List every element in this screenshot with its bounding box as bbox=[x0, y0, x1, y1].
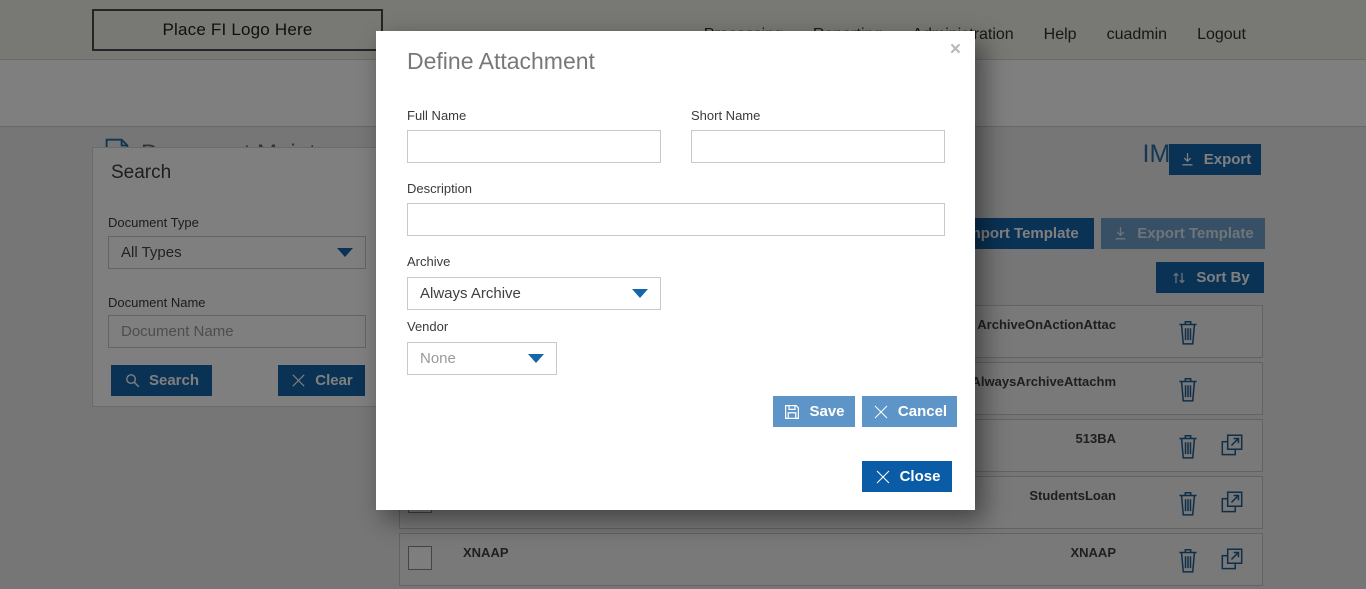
chevron-down-icon bbox=[528, 354, 544, 363]
vendor-select[interactable]: None bbox=[407, 342, 557, 375]
cancel-button-label: Cancel bbox=[898, 403, 947, 420]
full-name-input[interactable] bbox=[408, 131, 660, 162]
description-label: Description bbox=[407, 181, 472, 196]
close-x-icon bbox=[874, 468, 892, 486]
short-name-label: Short Name bbox=[691, 108, 760, 123]
modal-title: Define Attachment bbox=[407, 48, 595, 75]
vendor-value: None bbox=[420, 350, 456, 367]
save-button-label: Save bbox=[809, 403, 844, 420]
short-name-input[interactable] bbox=[692, 131, 944, 162]
full-name-field-wrap bbox=[407, 130, 661, 163]
archive-select[interactable]: Always Archive bbox=[407, 277, 661, 310]
description-input[interactable] bbox=[408, 204, 944, 235]
description-field-wrap bbox=[407, 203, 945, 236]
cancel-button[interactable]: Cancel bbox=[862, 396, 957, 427]
archive-label: Archive bbox=[407, 254, 450, 269]
vendor-label: Vendor bbox=[407, 319, 448, 334]
full-name-label: Full Name bbox=[407, 108, 466, 123]
modal-close-button[interactable]: Close bbox=[862, 461, 952, 492]
save-button[interactable]: Save bbox=[773, 396, 855, 427]
save-disk-icon bbox=[783, 403, 801, 421]
modal-close-button-label: Close bbox=[900, 468, 941, 485]
cancel-x-icon bbox=[872, 403, 890, 421]
chevron-down-icon bbox=[632, 289, 648, 298]
define-attachment-modal: Define Attachment × Full Name Short Name… bbox=[376, 31, 975, 510]
short-name-field-wrap bbox=[691, 130, 945, 163]
page: Place FI Logo Here Processing Reporting … bbox=[0, 0, 1366, 589]
archive-value: Always Archive bbox=[420, 285, 521, 302]
close-icon[interactable]: × bbox=[950, 39, 961, 61]
